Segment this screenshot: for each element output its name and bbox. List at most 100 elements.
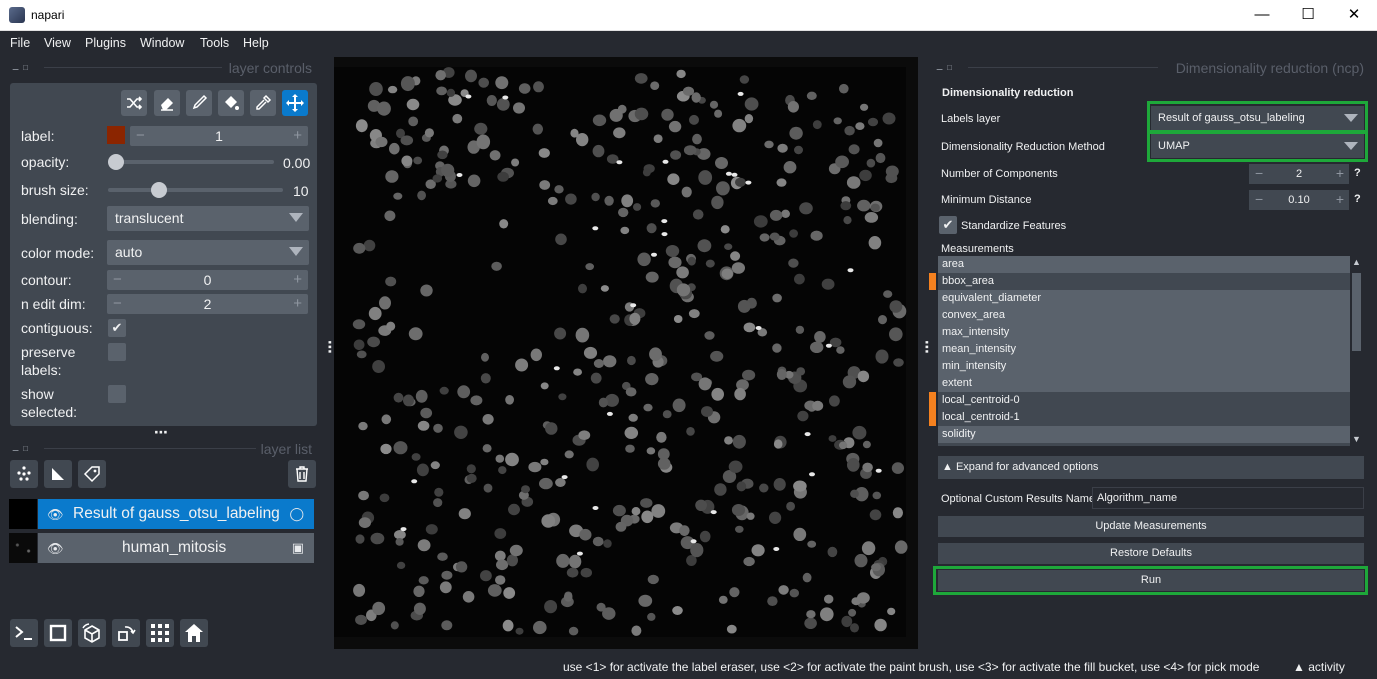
show-selected-checkbox[interactable] xyxy=(108,385,126,403)
update-measurements-button[interactable]: Update Measurements xyxy=(938,516,1364,537)
close-icon[interactable]: ✕ xyxy=(1331,0,1377,30)
scroll-up-icon[interactable]: ▲ xyxy=(1352,257,1361,267)
menu-tools[interactable]: Tools xyxy=(200,36,229,50)
nucleus xyxy=(689,114,699,125)
contiguous-checkbox[interactable]: ✔ xyxy=(108,319,126,337)
brush-size-slider-track[interactable] xyxy=(108,188,283,192)
measurement-item[interactable]: area xyxy=(938,256,1350,273)
measurements-list[interactable]: area bbox_area equivalent_diameter convex_a… xyxy=(938,256,1350,446)
increment-icon[interactable]: + xyxy=(1336,191,1344,207)
new-labels-layer-button[interactable] xyxy=(78,460,106,488)
method-label: Dimensionality Reduction Method xyxy=(941,141,1105,153)
new-points-layer-button[interactable] xyxy=(10,460,38,488)
measurement-item[interactable]: extent xyxy=(938,375,1350,392)
maximize-icon[interactable]: ☐ xyxy=(1285,0,1331,30)
pan-zoom-button[interactable] xyxy=(282,90,308,116)
measurement-item[interactable]: min_intensity xyxy=(938,358,1350,375)
shuffle-colors-button[interactable] xyxy=(121,90,147,116)
scroll-down-icon[interactable]: ▼ xyxy=(1352,434,1361,444)
home-button[interactable] xyxy=(180,619,208,647)
nucleus xyxy=(603,539,612,548)
activity-button[interactable]: ▲ activity xyxy=(1293,660,1345,674)
measurement-item[interactable]: solidity xyxy=(938,426,1350,443)
increment-icon[interactable]: + xyxy=(293,295,302,312)
layer-name[interactable]: human_mitosis xyxy=(122,539,226,557)
opacity-slider-handle[interactable] xyxy=(108,154,124,170)
opacity-slider-track[interactable] xyxy=(108,160,274,164)
measurement-item[interactable]: local_centroid-0 xyxy=(938,392,1350,409)
n-components-spinbox[interactable]: − 2 + xyxy=(1249,164,1349,184)
nucleus xyxy=(848,144,860,155)
increment-icon[interactable]: + xyxy=(1336,165,1344,181)
measurement-item[interactable]: bbox_area xyxy=(938,273,1350,290)
restore-defaults-button[interactable]: Restore Defaults xyxy=(938,543,1364,564)
scrollbar-thumb[interactable] xyxy=(1352,273,1361,351)
delete-layer-button[interactable] xyxy=(288,460,316,488)
layer-row-body[interactable]: 👁 Result of gauss_otsu_labeling ◯ xyxy=(38,499,314,529)
layer-name[interactable]: Result of gauss_otsu_labeling xyxy=(73,505,280,523)
measurement-item[interactable]: equivalent_diameter xyxy=(938,290,1350,307)
custom-name-input[interactable]: Algorithm_name xyxy=(1092,487,1364,509)
minimize-icon[interactable]: — xyxy=(1239,0,1285,30)
measurement-item[interactable]: local_centroid-1 xyxy=(938,409,1350,426)
brush-size-slider-handle[interactable] xyxy=(150,182,167,198)
image-canvas[interactable] xyxy=(334,57,918,649)
dock-float-icon[interactable]: ⚊□ xyxy=(12,444,32,453)
menu-window[interactable]: Window xyxy=(140,36,184,50)
nucleus xyxy=(854,553,868,568)
dock-float-icon[interactable]: ⚊□ xyxy=(936,63,956,72)
ndisplay-button[interactable] xyxy=(44,619,72,647)
dock-float-icon[interactable]: ⚊□ xyxy=(12,63,32,72)
new-shapes-layer-button[interactable] xyxy=(44,460,72,488)
mitotic-cell xyxy=(630,303,637,308)
preserve-labels-checkbox[interactable] xyxy=(108,343,126,361)
standardize-checkbox[interactable]: ✔ xyxy=(939,216,957,234)
paint-brush-button[interactable] xyxy=(186,90,212,116)
contiguous-label: contiguous: xyxy=(21,320,93,336)
contour-spinbox[interactable]: − 0 + xyxy=(107,270,308,290)
menu-help[interactable]: Help xyxy=(243,36,269,50)
menu-view[interactable]: View xyxy=(44,36,71,50)
grid-view-button[interactable] xyxy=(146,619,174,647)
roll-dims-button[interactable] xyxy=(78,619,106,647)
measurement-item[interactable]: max_intensity xyxy=(938,324,1350,341)
vertical-splitter-handle[interactable]: ⋯ xyxy=(154,424,168,441)
nucleus xyxy=(433,423,443,433)
layer-row-body[interactable]: 👁 human_mitosis ▣ xyxy=(38,533,314,563)
color-mode-dropdown[interactable]: auto xyxy=(107,240,309,265)
nucleus xyxy=(487,584,502,597)
help-icon[interactable]: ? xyxy=(1354,167,1361,179)
nucleus xyxy=(625,444,635,453)
transpose-button[interactable] xyxy=(112,619,140,647)
label-spinbox[interactable]: − 1 + xyxy=(130,126,308,146)
console-button[interactable] xyxy=(10,619,38,647)
measurement-item[interactable]: mean_intensity xyxy=(938,341,1350,358)
layer-item-labels[interactable]: 👁 Result of gauss_otsu_labeling ◯ xyxy=(9,499,314,529)
measurement-item[interactable]: convex_area xyxy=(938,307,1350,324)
eye-icon[interactable]: 👁 xyxy=(47,507,64,523)
help-icon[interactable]: ? xyxy=(1354,193,1361,205)
new-labels-icon xyxy=(83,466,100,483)
eraser-button[interactable] xyxy=(154,90,180,116)
nucleus xyxy=(356,350,367,359)
min-distance-spinbox[interactable]: − 0.10 + xyxy=(1249,190,1349,210)
nucleus xyxy=(566,567,579,578)
measurements-scrollbar[interactable]: ▲ ▼ xyxy=(1350,256,1363,446)
fill-bucket-button[interactable] xyxy=(218,90,244,116)
increment-icon[interactable]: + xyxy=(293,127,302,144)
nucleus xyxy=(612,504,626,517)
n-edit-dim-spinbox[interactable]: − 2 + xyxy=(107,294,308,314)
layer-item-image[interactable]: 👁 human_mitosis ▣ xyxy=(9,533,314,563)
nucleus xyxy=(650,199,660,208)
expand-advanced-button[interactable]: ▲ Expand for advanced options xyxy=(938,456,1364,479)
menu-file[interactable]: File xyxy=(10,36,30,50)
nucleus xyxy=(544,600,558,614)
blending-dropdown[interactable]: translucent xyxy=(107,206,309,231)
right-dock-splitter[interactable]: ⋯ xyxy=(919,340,935,354)
color-picker-button[interactable] xyxy=(250,90,276,116)
eye-icon[interactable]: 👁 xyxy=(47,541,64,557)
increment-icon[interactable]: + xyxy=(293,271,302,288)
menu-plugins[interactable]: Plugins xyxy=(85,36,126,50)
label-color-swatch[interactable] xyxy=(107,126,125,144)
nucleus xyxy=(892,507,904,519)
